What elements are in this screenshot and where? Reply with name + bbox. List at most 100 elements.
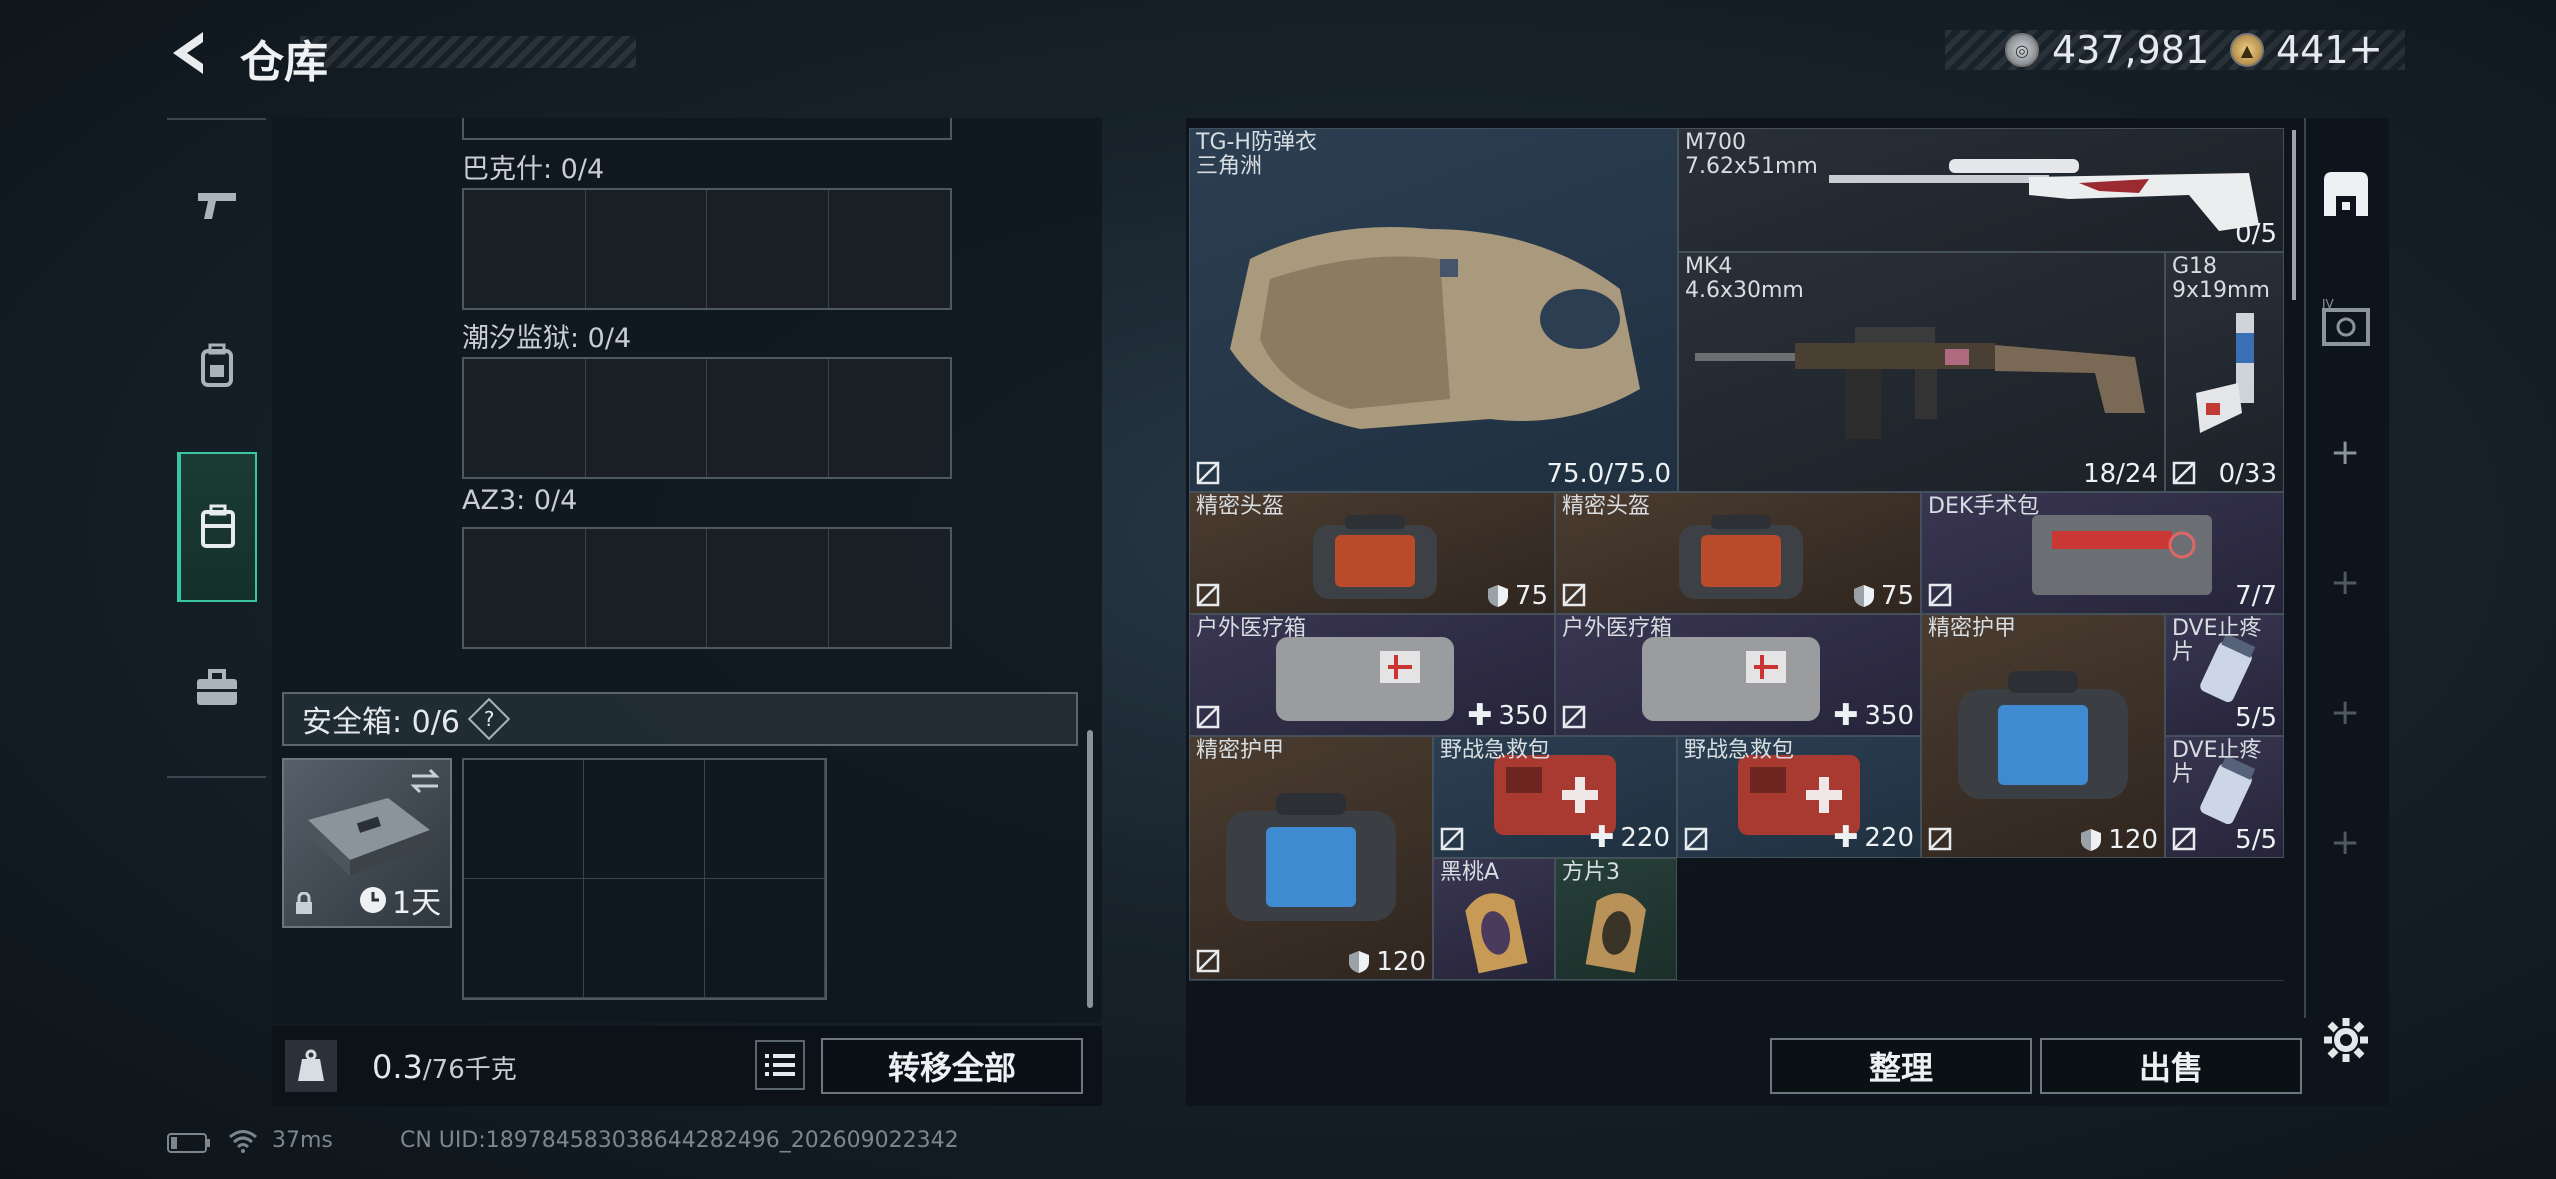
slot-grid-bakesh[interactable] [462,188,952,310]
weight-icon [285,1040,337,1092]
silver-coin-icon: ◎ [2005,33,2039,67]
item-precision-armor[interactable]: 精密护甲 120 [1189,736,1433,980]
transfer-all-button[interactable]: 转移全部 [821,1038,1083,1094]
no-insure-icon [1928,583,1952,607]
item-outdoor-medkit[interactable]: 户外医疗箱 ✚ 350 [1189,614,1555,736]
item-name: 野战急救包 [1684,738,1795,763]
wifi-icon [229,1130,257,1153]
item-heal-value: 220 [1620,822,1670,853]
add-stash-button[interactable]: + [2330,432,2360,473]
no-insure-icon [2172,827,2196,851]
gear-icon[interactable] [2322,1016,2370,1064]
safebox-label: 安全箱: 0/6 [302,705,460,740]
item-precision-armor[interactable]: 精密护甲 120 [1921,614,2165,858]
helmet-bag-icon [1679,515,1803,599]
add-stash-button-locked[interactable]: + [2330,562,2360,603]
back-arrow-icon[interactable] [165,28,215,78]
item-heal-value: 350 [1498,700,1548,731]
add-stash-button-locked[interactable]: + [2330,822,2360,863]
list-view-button[interactable] [755,1040,805,1090]
shield-icon [1349,951,1370,973]
uid-text: CN UID:18978458303864428249​6_2026090223… [400,1128,959,1153]
stash-home-icon[interactable] [2318,166,2374,222]
safebox-item[interactable]: 1天 [282,758,452,928]
armor-bag-icon [1958,671,2128,799]
add-currency-button[interactable]: + [2348,24,2383,73]
help-icon[interactable]: ? [467,697,511,741]
item-name: 户外医疗箱 [1562,616,1673,641]
item-armor-value: 75 [1514,581,1548,611]
case-icon [201,504,235,548]
no-insure-icon [1196,461,1220,485]
sell-button[interactable]: 出售 [2040,1038,2302,1094]
item-uses: 5/5 [2235,825,2277,855]
item-uses: 7/7 [2235,581,2277,611]
item-name: TG-H防弹衣 [1196,130,1317,155]
item-precision-helmet[interactable]: 精密头盔 75 [1189,492,1555,614]
item-armor-value: 75 [1880,581,1914,611]
shield-icon [1487,585,1508,607]
item-m700[interactable]: M700 7.62x51mm 0/5 [1678,128,2284,252]
item-mk4[interactable]: MK4 4.6x30mm 18/24 [1678,252,2165,492]
item-dve-painkiller[interactable]: DVE止疼片 5/5 [2165,736,2284,858]
section-label-az3: AZ3: 0/4 [462,485,578,516]
list-icon [765,1054,795,1076]
shield-icon [2081,829,2102,851]
lock-icon [296,892,312,914]
safe-tab-icon[interactable]: IV [2318,296,2374,352]
item-outdoor-medkit[interactable]: 户外医疗箱 ✚ 350 [1555,614,1921,736]
no-insure-icon [1928,827,1952,851]
heal-plus-icon: ✚ [1833,820,1859,855]
scrollbar[interactable] [1087,730,1093,1008]
item-dek-surgical-kit[interactable]: DEK手术包 7/7 [1921,492,2284,614]
item-name: 精密头盔 [1562,494,1651,519]
item-precision-helmet[interactable]: 精密头盔 75 [1555,492,1921,614]
card-icon [1465,893,1528,974]
item-heal-value: 350 [1864,700,1914,731]
item-name: DEK手术包 [1928,494,2040,519]
slot-grid-tidal-prison[interactable] [462,357,952,479]
item-field-first-aid[interactable]: 野战急救包 ✚ 220 [1433,736,1677,858]
item-card-ace-spades[interactable]: 黑桃A [1433,858,1555,980]
briefcase-icon[interactable] [177,648,257,728]
item-name: G18 [2172,254,2218,279]
slot-grid-az3[interactable] [462,527,952,649]
case-tab-active[interactable] [177,452,257,602]
no-insure-icon [1440,827,1464,851]
swap-icon[interactable] [408,768,442,794]
item-name: 精密护甲 [1928,616,2017,641]
stash-scrollbar[interactable] [2292,130,2296,300]
card-icon [1585,893,1646,973]
item-name: DVE止疼片 [2172,738,2262,787]
stash-empty-row [1189,980,2284,1020]
section-label-bakesh: 巴克什: 0/4 [462,154,605,185]
armor-vest-icon [1230,227,1640,429]
pistol-icon[interactable] [177,165,257,245]
surgical-kit-icon [2032,515,2212,595]
gold-currency-amount: 441 [2276,28,2349,72]
item-sub: 9x19mm [2172,278,2270,303]
heal-plus-icon: ✚ [1833,698,1859,733]
assault-rifle-icon [1695,327,2145,439]
safebox-slot-grid[interactable] [462,758,827,1000]
item-name: 精密头盔 [1196,494,1285,519]
add-stash-button-locked[interactable]: + [2330,692,2360,733]
no-insure-icon [1684,827,1708,851]
sort-button[interactable]: 整理 [1770,1038,2032,1094]
item-g18[interactable]: G18 9x19mm 0/33 [2165,252,2284,492]
item-card-three-diamonds[interactable]: 方片3 [1555,858,1677,980]
clock-icon [360,887,386,913]
backpack-icon[interactable] [177,326,257,406]
item-name: DVE止疼片 [2172,616,2262,665]
item-uses: 5/5 [2235,703,2277,733]
item-name: 黑桃A [1440,860,1500,885]
safebox-duration: 1天 [392,886,442,921]
item-name: MK4 [1685,254,1733,279]
item-durability: 75.0/75.0 [1546,459,1671,489]
item-sub: 7.62x51mm [1685,154,1818,179]
heal-plus-icon: ✚ [1589,820,1615,855]
item-field-first-aid[interactable]: 野战急救包 ✚ 220 [1677,736,1921,858]
item-tgh-armor[interactable]: TG-H防弹衣 三角洲 75.0/75.0 [1189,128,1678,492]
item-name: 户外医疗箱 [1196,616,1307,641]
item-dve-painkiller[interactable]: DVE止疼片 5/5 [2165,614,2284,736]
